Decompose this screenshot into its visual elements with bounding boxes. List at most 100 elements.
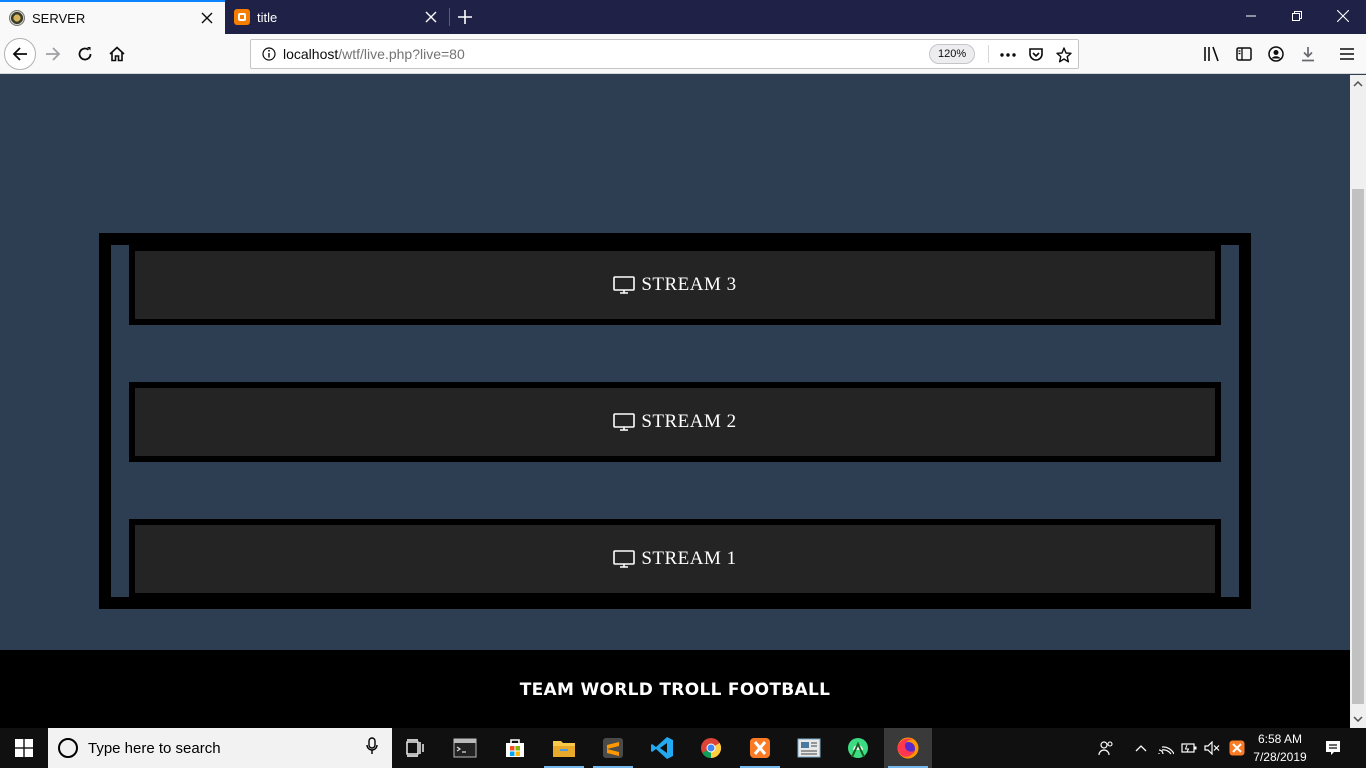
web-page: STREAM 3 STREAM 2 STREAM 1 TEAM WORLD TR… (0, 75, 1350, 728)
taskbar-store[interactable] (491, 728, 539, 768)
url-separator (988, 45, 989, 63)
tab-title-page[interactable]: title (225, 0, 449, 34)
downloads-button[interactable] (1296, 42, 1320, 66)
account-button[interactable] (1264, 42, 1288, 66)
reload-icon (78, 47, 92, 61)
volume-button[interactable] (1201, 728, 1223, 768)
pocket-button[interactable] (1024, 43, 1048, 67)
microphone-icon[interactable] (366, 736, 378, 760)
start-button[interactable] (0, 728, 48, 768)
task-view-icon (406, 739, 424, 757)
plus-icon (458, 10, 472, 24)
xampp-tray-icon (1229, 740, 1245, 756)
back-arrow-icon (12, 47, 27, 61)
stream-3-button[interactable]: STREAM 3 (129, 245, 1221, 325)
firefox-icon (897, 737, 919, 759)
cortana-icon (58, 738, 78, 758)
back-button[interactable] (4, 38, 36, 70)
xampp-tray-button[interactable] (1226, 728, 1248, 768)
task-view-button[interactable] (392, 728, 440, 768)
chevron-up-icon (1135, 745, 1147, 752)
scroll-thumb[interactable] (1352, 189, 1364, 704)
restore-button[interactable] (1274, 0, 1320, 32)
close-tab-icon[interactable] (195, 6, 219, 30)
windows-logo-icon (15, 739, 33, 757)
close-window-button[interactable] (1320, 0, 1366, 32)
scroll-down-icon[interactable] (1353, 714, 1363, 724)
taskbar-sublime-text[interactable] (589, 728, 637, 768)
store-icon (506, 739, 524, 757)
close-icon (1337, 10, 1349, 22)
url-bar[interactable]: localhost/wtf/live.php?live=80 120% (250, 39, 1079, 69)
page-footer: TEAM WORLD TROLL FOOTBALL (0, 650, 1350, 728)
tab-server[interactable]: SERVER (0, 0, 225, 34)
more-dots-icon (1000, 53, 1016, 57)
stream-2-button[interactable]: STREAM 2 (129, 382, 1221, 462)
sublime-text-icon (603, 738, 623, 758)
library-button[interactable] (1200, 42, 1224, 66)
taskbar-clock[interactable]: 6:58 AM 7/28/2019 (1250, 730, 1310, 766)
pocket-icon (1029, 48, 1043, 61)
volume-muted-icon (1204, 741, 1220, 755)
minimize-icon (1246, 15, 1256, 17)
footer-title: TEAM WORLD TROLL FOOTBALL (519, 680, 831, 700)
notification-icon (1326, 741, 1340, 755)
windows-taskbar: Type here to search 6:58 AM 7/28/2019 (0, 728, 1366, 768)
taskbar-firefox[interactable] (884, 728, 932, 768)
menu-button[interactable] (1335, 42, 1359, 66)
home-button[interactable] (101, 38, 133, 70)
bookmark-star-button[interactable] (1052, 43, 1076, 67)
account-icon (1268, 46, 1284, 62)
url-path: /wtf/live.php?live=80 (338, 46, 465, 62)
taskbar-news-app[interactable] (785, 728, 833, 768)
action-center-button[interactable] (1320, 728, 1346, 768)
people-icon (1098, 741, 1113, 756)
scroll-up-icon[interactable] (1353, 79, 1363, 89)
show-hidden-icons-button[interactable] (1130, 728, 1152, 768)
zoom-level-button[interactable]: 120% (929, 44, 976, 64)
tab-bar: SERVER title (0, 0, 1366, 34)
library-icon (1204, 46, 1219, 62)
clock-time: 6:58 AM (1257, 732, 1303, 746)
monitor-icon (613, 276, 636, 294)
folder-icon (553, 741, 575, 757)
clock-date: 7/28/2019 (1253, 750, 1307, 764)
taskbar-android-studio[interactable] (834, 728, 882, 768)
tab-title: title (257, 9, 278, 25)
minimize-button[interactable] (1228, 0, 1274, 32)
taskbar-search[interactable]: Type here to search (48, 728, 392, 768)
site-info-icon[interactable] (255, 47, 283, 61)
stream-1-button[interactable]: STREAM 1 (129, 519, 1221, 599)
monitor-icon (613, 413, 636, 431)
stream-label: STREAM 3 (641, 274, 737, 295)
url-host: localhost (283, 46, 339, 62)
vertical-scrollbar[interactable] (1350, 75, 1366, 728)
url-text[interactable]: localhost/wtf/live.php?live=80 (283, 46, 465, 62)
close-tab-icon[interactable] (419, 5, 443, 29)
taskbar-xampp[interactable] (736, 728, 784, 768)
network-button[interactable] (1155, 728, 1177, 768)
sidebar-button[interactable] (1232, 42, 1256, 66)
taskbar-chrome[interactable] (687, 728, 735, 768)
search-placeholder[interactable]: Type here to search (88, 740, 366, 757)
streams-panel: STREAM 3 STREAM 2 STREAM 1 (99, 233, 1251, 609)
terminal-icon (453, 738, 477, 758)
vscode-icon (651, 737, 673, 759)
page-actions-button[interactable] (996, 43, 1020, 67)
taskbar-file-explorer[interactable] (540, 728, 588, 768)
chrome-icon (701, 738, 722, 759)
taskbar-vscode[interactable] (638, 728, 686, 768)
reload-button[interactable] (69, 38, 101, 70)
battery-button[interactable] (1178, 728, 1200, 768)
taskbar-terminal[interactable] (441, 728, 489, 768)
restore-icon (1292, 11, 1302, 21)
monitor-icon (613, 550, 636, 568)
wifi-icon (1158, 746, 1174, 755)
people-button[interactable] (1094, 728, 1118, 768)
forward-button[interactable] (37, 38, 69, 70)
home-icon (109, 46, 125, 62)
stream-label: STREAM 1 (641, 548, 737, 569)
stream-label: STREAM 2 (641, 411, 737, 432)
new-tab-button[interactable] (453, 5, 477, 29)
server-favicon-icon (9, 10, 25, 26)
